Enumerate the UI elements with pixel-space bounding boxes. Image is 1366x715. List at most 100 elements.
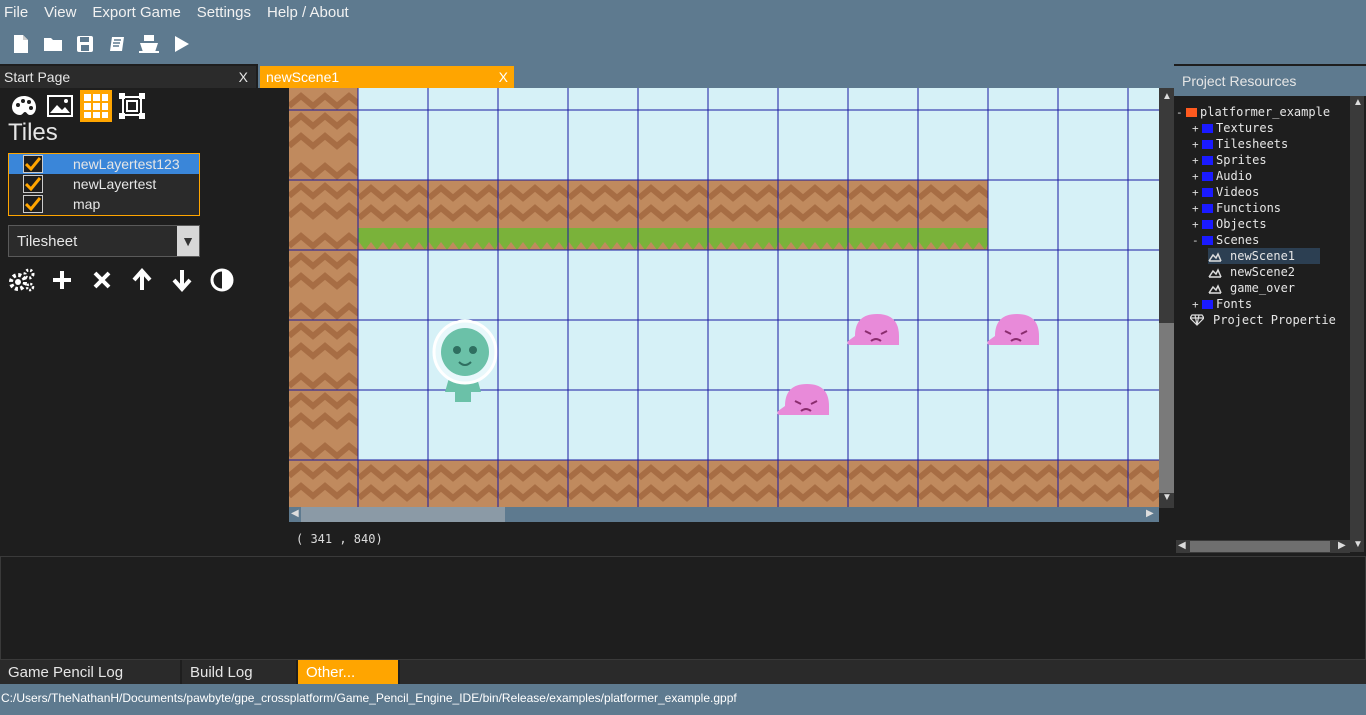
chevron-down-icon[interactable]: ▼ [177,226,199,256]
menu-help-about[interactable]: Help / About [263,4,357,21]
close-icon[interactable]: X [239,69,248,85]
expand-icon[interactable]: + [1192,122,1202,135]
palette-icon[interactable] [8,90,40,122]
scroll-left-icon[interactable]: ◀ [1178,541,1186,551]
tree-item-new-scene-2[interactable]: newScene2 [1208,264,1295,280]
tree-item-textures[interactable]: + Textures [1192,120,1274,136]
scroll-left-icon[interactable]: ◀ [291,509,299,519]
layer-label: newLayertest [73,176,157,192]
scroll-right-icon[interactable]: ▶ [1338,541,1346,551]
layer-row[interactable]: test [9,214,199,216]
scroll-down-icon[interactable]: ▼ [1353,540,1363,550]
scroll-down-icon[interactable]: ▼ [1162,493,1172,503]
close-icon[interactable]: X [499,69,508,85]
tilesheet-select[interactable]: Tilesheet ▼ [8,225,200,257]
save-all-icon[interactable] [106,33,128,55]
menu-view[interactable]: View [40,4,84,21]
scene-icon [1208,267,1222,278]
tree-item-scenes[interactable]: - Scenes [1192,232,1259,248]
layer-row[interactable]: map [9,194,199,214]
select-area-icon[interactable] [116,90,148,122]
expand-icon[interactable]: + [1192,138,1202,151]
tab-build-log[interactable]: Build Log [182,660,298,684]
tab-game-pencil-log[interactable]: Game Pencil Log [0,660,182,684]
tree-item-root[interactable]: - platformer_example [1176,104,1330,120]
menu-settings[interactable]: Settings [193,4,259,21]
scroll-right-icon[interactable]: ▶ [1146,509,1154,519]
tree-item-label: newScene2 [1230,265,1296,279]
expand-icon[interactable]: + [1192,218,1202,231]
tree-item-label: Sprites [1216,153,1267,167]
tree-item-tilesheets[interactable]: + Tilesheets [1192,136,1288,152]
scroll-up-icon[interactable]: ▲ [1353,98,1363,108]
move-up-icon[interactable] [128,266,156,294]
image-icon[interactable] [44,90,76,122]
remove-icon[interactable] [88,266,116,294]
tree-item-label: Functions [1216,201,1282,215]
contrast-icon[interactable] [208,266,236,294]
layer-checkbox[interactable] [23,195,43,213]
project-resources-panel: Project Resources - platformer_example +… [1174,64,1366,555]
grass-platform [358,180,988,250]
tree-item-sprites[interactable]: + Sprites [1192,152,1267,168]
scrollbar-thumb[interactable] [301,507,505,522]
tree-item-functions[interactable]: + Functions [1192,200,1281,216]
scene-canvas[interactable] [289,88,1159,508]
new-file-icon[interactable] [10,33,32,55]
tab-start-page[interactable]: Start Page X [0,66,256,88]
layer-row[interactable]: newLayertest [9,174,199,194]
tree-item-label: newScene1 [1230,249,1296,263]
scrollbar-thumb[interactable] [1190,541,1330,552]
resource-tree-vertical-scrollbar[interactable]: ▲ ▼ [1350,96,1364,552]
folder-icon [1202,203,1213,213]
tab-new-scene-1[interactable]: newScene1 X [260,66,514,88]
tree-item-videos[interactable]: + Videos [1192,184,1259,200]
layer-checkbox[interactable] [23,215,43,216]
tree-item-label: Videos [1216,185,1260,199]
layer-row[interactable]: newLayertest123 [9,154,199,174]
tree-item-game-over[interactable]: game_over [1208,280,1295,296]
menu-file[interactable]: File [0,4,36,21]
log-output-area[interactable] [0,556,1366,660]
resource-tree-horizontal-scrollbar[interactable]: ◀ ▶ [1176,540,1350,553]
enemy-slime-sprite[interactable] [777,384,829,415]
collapse-icon[interactable]: - [1176,106,1186,119]
folder-icon [1202,155,1213,165]
folder-icon [1202,219,1213,229]
tree-item-project-properties[interactable]: Project Propertie [1190,312,1336,328]
build-icon[interactable] [138,33,160,55]
layer-list: newLayertest123 newLayertest map test [8,153,200,216]
expand-icon[interactable]: + [1192,298,1202,311]
scene-icon [1208,283,1222,294]
move-down-icon[interactable] [168,266,196,294]
tab-other[interactable]: Other... [298,660,400,684]
scroll-up-icon[interactable]: ▲ [1162,92,1172,102]
layer-label: newLayertest123 [73,156,180,172]
layer-checkbox[interactable] [23,175,43,193]
expand-icon[interactable]: + [1192,202,1202,215]
project-resources-header: Project Resources [1174,66,1366,96]
save-icon[interactable] [74,33,96,55]
scene-horizontal-scrollbar[interactable]: ◀ ▶ [289,507,1159,522]
expand-icon[interactable]: + [1192,154,1202,167]
tree-item-new-scene-1[interactable]: newScene1 [1208,248,1320,264]
folder-icon [1202,187,1213,197]
scene-vertical-scrollbar[interactable]: ▲ ▼ [1159,88,1174,508]
tree-item-audio[interactable]: + Audio [1192,168,1252,184]
layer-checkbox[interactable] [23,155,43,173]
collapse-icon[interactable]: - [1192,234,1202,247]
open-folder-icon[interactable] [42,33,64,55]
grid-icon[interactable] [80,90,112,122]
menu-export-game[interactable]: Export Game [88,4,188,21]
tree-item-objects[interactable]: + Objects [1192,216,1267,232]
settings-icon[interactable] [8,266,36,294]
expand-icon[interactable]: + [1192,186,1202,199]
tree-item-label: Textures [1216,121,1274,135]
enemy-slime-sprite[interactable] [847,314,899,345]
add-icon[interactable] [48,266,76,294]
expand-icon[interactable]: + [1192,170,1202,183]
tree-item-fonts[interactable]: + Fonts [1192,296,1252,312]
play-icon[interactable] [170,33,192,55]
scrollbar-thumb[interactable] [1159,323,1174,493]
enemy-slime-sprite[interactable] [987,314,1039,345]
